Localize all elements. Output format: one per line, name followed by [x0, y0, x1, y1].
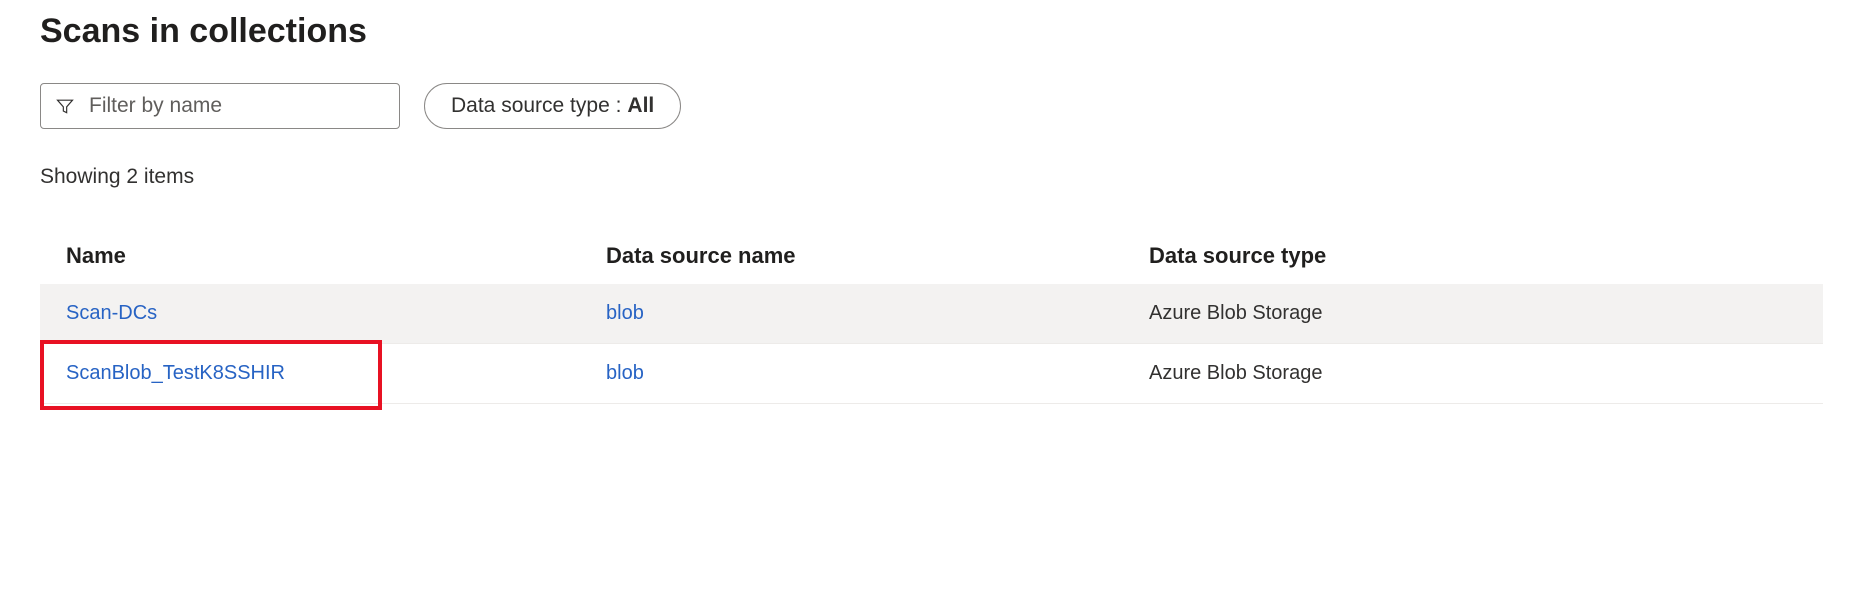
scan-name-link[interactable]: Scan-DCs	[66, 302, 606, 325]
column-header-data-source-name[interactable]: Data source name	[606, 243, 1149, 269]
page-title: Scans in collections	[40, 12, 1823, 51]
column-header-name[interactable]: Name	[66, 243, 606, 269]
column-header-data-source-type[interactable]: Data source type	[1149, 243, 1797, 269]
filter-pill-label: Data source type :	[451, 94, 621, 118]
filter-by-name-input[interactable]	[89, 94, 385, 118]
data-source-type-filter[interactable]: Data source type : All	[424, 83, 681, 129]
data-source-type-cell: Azure Blob Storage	[1149, 362, 1797, 385]
table-header-row: Name Data source name Data source type	[40, 229, 1823, 284]
data-source-type-cell: Azure Blob Storage	[1149, 302, 1797, 325]
scan-name-link[interactable]: ScanBlob_TestK8SSHIR	[66, 362, 606, 385]
filter-icon	[55, 96, 75, 116]
showing-count: Showing 2 items	[40, 165, 1823, 189]
scans-table: Name Data source name Data source type S…	[40, 229, 1823, 404]
filter-bar: Data source type : All	[40, 83, 1823, 129]
table-row[interactable]: ScanBlob_TestK8SSHIR blob Azure Blob Sto…	[40, 344, 1823, 404]
filter-by-name-wrapper[interactable]	[40, 83, 400, 129]
table-row[interactable]: Scan-DCs blob Azure Blob Storage	[40, 284, 1823, 344]
data-source-name-link[interactable]: blob	[606, 302, 1149, 325]
data-source-name-link[interactable]: blob	[606, 362, 1149, 385]
filter-pill-value: All	[627, 94, 654, 118]
